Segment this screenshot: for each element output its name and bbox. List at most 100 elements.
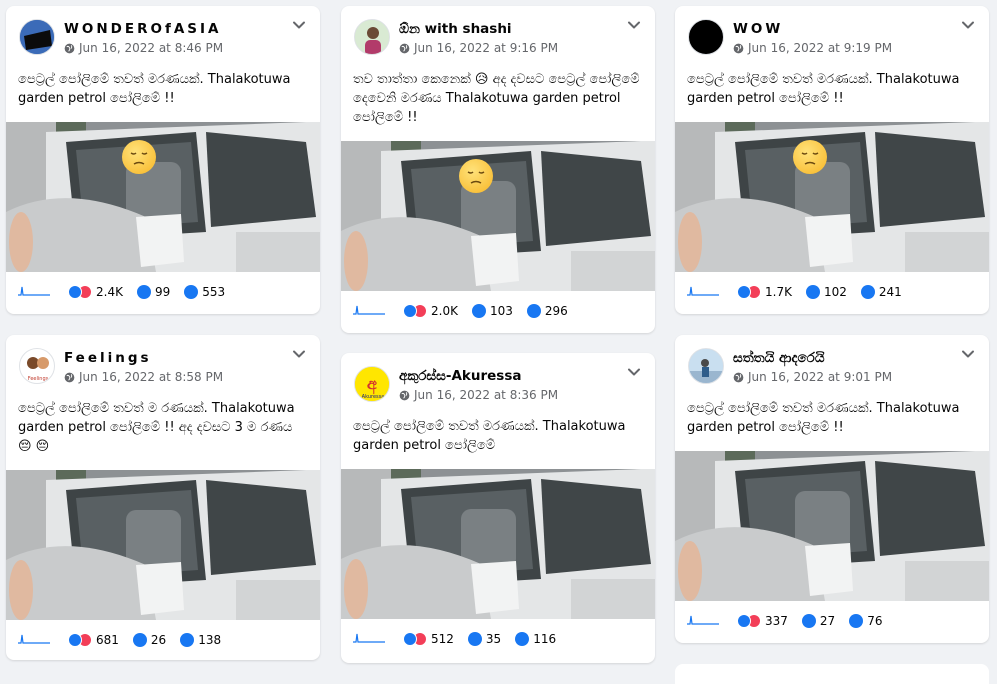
post-date[interactable]: Jun 16, 2022 at 9:01 PM [748, 370, 892, 384]
comments-count[interactable]: 103 [471, 304, 513, 318]
post-photo[interactable] [6, 122, 320, 272]
post-footer: 1.7K 102 241 [675, 272, 989, 314]
chevron-down-icon[interactable] [961, 347, 975, 361]
post-text: පෙට්‍රල් පෝලිමේ තවත් ම රණයක්. Thalakotuw… [18, 401, 295, 454]
post-photo[interactable] [341, 469, 655, 619]
sparkline-icon [18, 286, 50, 296]
page-avatar[interactable] [354, 19, 390, 55]
share-icon [860, 285, 875, 299]
shares-count[interactable]: 296 [526, 304, 568, 318]
post-photo[interactable] [341, 141, 655, 291]
sparkline-icon [18, 634, 50, 644]
post-header: සත්තයි ආදරෙයි Jun 16, 2022 at 9:01 PM [675, 335, 989, 395]
post-card: සත්තයි ආදරෙයි Jun 16, 2022 at 9:01 PM පෙ… [675, 335, 989, 643]
post-photo[interactable] [675, 451, 989, 601]
share-icon [849, 614, 864, 628]
post-meta: Jun 16, 2022 at 8:46 PM [64, 41, 223, 55]
shares-count[interactable]: 553 [184, 285, 225, 299]
comments-value: 103 [489, 304, 513, 318]
share-icon [180, 633, 195, 647]
post-meta: Jun 16, 2022 at 9:16 PM [399, 41, 558, 55]
comment-icon [471, 304, 486, 318]
page-name[interactable]: Feelings [64, 350, 152, 366]
post-date[interactable]: Jun 16, 2022 at 8:46 PM [79, 41, 223, 55]
post-photo[interactable] [675, 122, 989, 272]
reactions-count[interactable]: 2.0K [403, 304, 458, 318]
shares-count[interactable]: 138 [180, 633, 221, 647]
comment-icon [805, 285, 820, 299]
post-footer: 512 35 116 [341, 619, 655, 661]
page-avatar[interactable] [19, 19, 55, 55]
post-date[interactable]: Jun 16, 2022 at 9:19 PM [748, 41, 892, 55]
post-meta: Jun 16, 2022 at 9:19 PM [733, 41, 892, 55]
page-name[interactable]: සත්තයි ආදරෙයි [733, 350, 825, 366]
reactions-count[interactable]: 1.7K [737, 285, 792, 299]
page-avatar[interactable]: අ Akuressa [354, 366, 390, 402]
reactions-count[interactable]: 337 [737, 614, 788, 628]
post-header: අ Akuressa අකුරස්ස-Akuressa Jun 16, 2022 … [341, 353, 655, 413]
like-icon [737, 614, 751, 628]
reactions-count[interactable]: 2.4K [68, 285, 123, 299]
reactions-value: 512 [431, 632, 454, 646]
globe-icon [733, 43, 744, 54]
comment-icon [136, 285, 151, 299]
post-date[interactable]: Jun 16, 2022 at 8:36 PM [414, 388, 558, 402]
page-avatar[interactable] [688, 19, 724, 55]
svg-text:අ: අ [367, 374, 377, 395]
comments-value: 35 [485, 632, 502, 646]
post-card: ඕන with shashi Jun 16, 2022 at 9:16 PM ත… [341, 6, 655, 333]
comments-count[interactable]: 35 [467, 632, 502, 646]
page-avatar[interactable]: Feelings [19, 348, 55, 384]
post-meta: Jun 16, 2022 at 8:58 PM [64, 370, 223, 384]
post-text: පෙට්‍රල් පෝලිමේ තවත් මරණයක්. Thalakotuwa… [687, 401, 960, 435]
share-icon [526, 304, 541, 318]
page-name[interactable]: WOW [733, 21, 783, 37]
page-avatar[interactable] [688, 348, 724, 384]
comments-count[interactable]: 27 [801, 614, 835, 628]
shares-count[interactable]: 116 [515, 632, 556, 646]
chevron-down-icon[interactable] [292, 18, 306, 32]
chevron-down-icon[interactable] [292, 347, 306, 361]
like-icon [68, 285, 82, 299]
post-text: පෙට්‍රල් පෝලිමේ තවත් මරණයක්. Thalakotuwa… [687, 72, 960, 106]
page-name[interactable]: WONDEROfASIA [64, 21, 221, 37]
post-card: Feelings Feelings Jun 16, 2022 at 8:58 P… [6, 335, 320, 660]
chevron-down-icon[interactable] [961, 18, 975, 32]
sad-face-emoji [122, 140, 156, 174]
reactions-count[interactable]: 512 [403, 632, 454, 646]
shares-value: 553 [202, 285, 226, 299]
post-photo[interactable] [6, 470, 320, 620]
like-icon [403, 632, 417, 646]
sad-face-emoji [459, 159, 493, 193]
post-card-partial [675, 664, 989, 684]
page-name[interactable]: ඕන with shashi [399, 21, 512, 37]
reactions-value: 2.0K [431, 304, 458, 318]
chevron-down-icon[interactable] [627, 18, 641, 32]
comments-count[interactable]: 99 [136, 285, 170, 299]
post-footer: 2.0K 103 296 [341, 291, 655, 333]
comments-count[interactable]: 102 [805, 285, 847, 299]
like-icon [68, 633, 82, 647]
sad-face-emoji [793, 140, 827, 174]
shares-count[interactable]: 241 [860, 285, 902, 299]
comments-value: 26 [150, 633, 167, 647]
post-card: අ Akuressa අකුරස්ස-Akuressa Jun 16, 2022 … [341, 353, 655, 663]
like-icon [737, 285, 751, 299]
reactions-count[interactable]: 681 [68, 633, 119, 647]
page-name[interactable]: අකුරස්ස-Akuressa [399, 368, 521, 384]
globe-icon [64, 372, 75, 383]
chevron-down-icon[interactable] [627, 365, 641, 379]
post-date[interactable]: Jun 16, 2022 at 8:58 PM [79, 370, 223, 384]
post-header: Feelings Feelings Jun 16, 2022 at 8:58 P… [6, 335, 320, 395]
post-meta: Jun 16, 2022 at 9:01 PM [733, 370, 892, 384]
comments-count[interactable]: 26 [132, 633, 167, 647]
comment-icon [132, 633, 147, 647]
post-header: ඕන with shashi Jun 16, 2022 at 9:16 PM [341, 6, 655, 66]
post-date[interactable]: Jun 16, 2022 at 9:16 PM [414, 41, 558, 55]
shares-count[interactable]: 76 [849, 614, 882, 628]
avatar-label: Akuressa [362, 394, 385, 400]
shares-value: 241 [878, 285, 902, 299]
post-text: තව තාත්තා කෙනෙක් 😥 අද දවසට පෙට්‍රල් පෝලි… [353, 72, 640, 125]
sparkline-icon [687, 615, 719, 625]
shares-value: 116 [533, 632, 557, 646]
